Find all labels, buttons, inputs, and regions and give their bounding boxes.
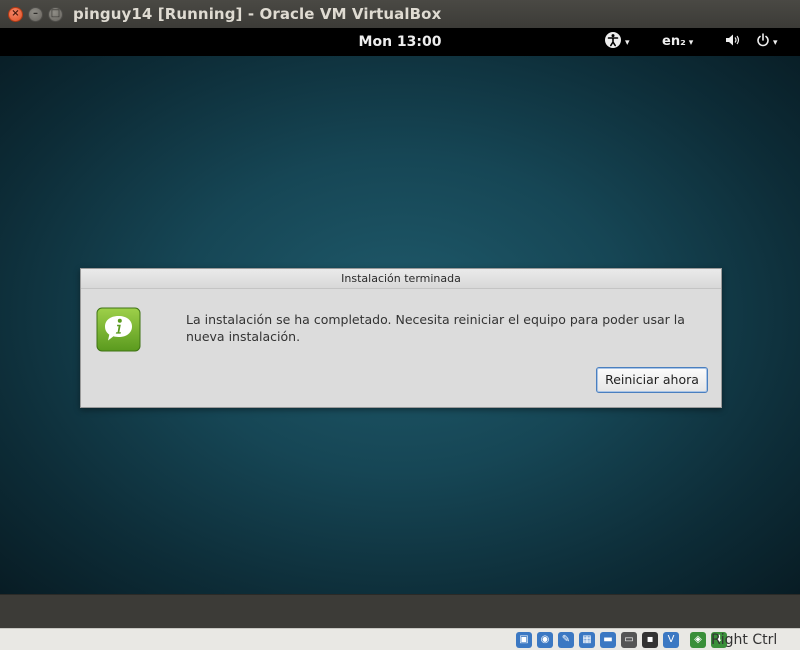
info-icon [96, 307, 141, 352]
window-title: pinguy14 [Running] - Oracle VM VirtualBo… [73, 5, 442, 23]
keyboard-layout-label: en₂ [662, 34, 686, 49]
maximize-window-button[interactable]: □ [48, 6, 63, 22]
usb-icon[interactable]: ✎ [558, 632, 574, 648]
close-window-button[interactable]: × [8, 6, 23, 22]
guest-top-panel: Mon 13:00 ▾ en₂ ▾ ▾ [0, 28, 800, 56]
accessibility-icon [605, 32, 621, 48]
window-controls: × – □ [8, 6, 63, 22]
volume-menu[interactable] [725, 28, 741, 56]
chevron-down-icon: ▾ [625, 38, 630, 48]
minimize-window-button[interactable]: – [28, 6, 43, 22]
chevron-down-icon: ▾ [688, 38, 694, 48]
guest-bottom-bar [0, 594, 800, 628]
volume-icon [726, 34, 740, 46]
power-menu[interactable]: ▾ [756, 28, 778, 56]
cpu-icon[interactable]: V [663, 632, 679, 648]
optical-drive-icon[interactable]: ◉ [537, 632, 553, 648]
network-icon[interactable]: ▦ [579, 632, 595, 648]
restart-now-button[interactable]: Reiniciar ahora [596, 367, 708, 393]
keyboard-layout-menu[interactable]: en₂ ▾ [662, 28, 693, 56]
installation-complete-dialog: Instalación terminada La instalación se … [80, 268, 722, 408]
window-titlebar: × – □ pinguy14 [Running] - Oracle VM Vir… [0, 0, 800, 28]
chevron-down-icon: ▾ [773, 38, 778, 48]
hard-disk-icon[interactable]: ▣ [516, 632, 532, 648]
shared-folders-icon[interactable]: ▬ [600, 632, 616, 648]
virtualbox-statusbar: ▣ ◉ ✎ ▦ ▬ ▭ ▪ V ◈ ⬇ Right Ctrl [0, 628, 800, 650]
accessibility-menu[interactable]: ▾ [604, 28, 630, 56]
display-icon[interactable]: ▭ [621, 632, 637, 648]
dialog-title: Instalación terminada [81, 269, 721, 289]
power-icon [757, 33, 769, 47]
dialog-message: La instalación se ha completado. Necesit… [186, 312, 685, 344]
video-capture-icon[interactable]: ▪ [642, 632, 658, 648]
host-key-label: Right Ctrl [711, 632, 778, 648]
mouse-integration-icon[interactable]: ◈ [690, 632, 706, 648]
